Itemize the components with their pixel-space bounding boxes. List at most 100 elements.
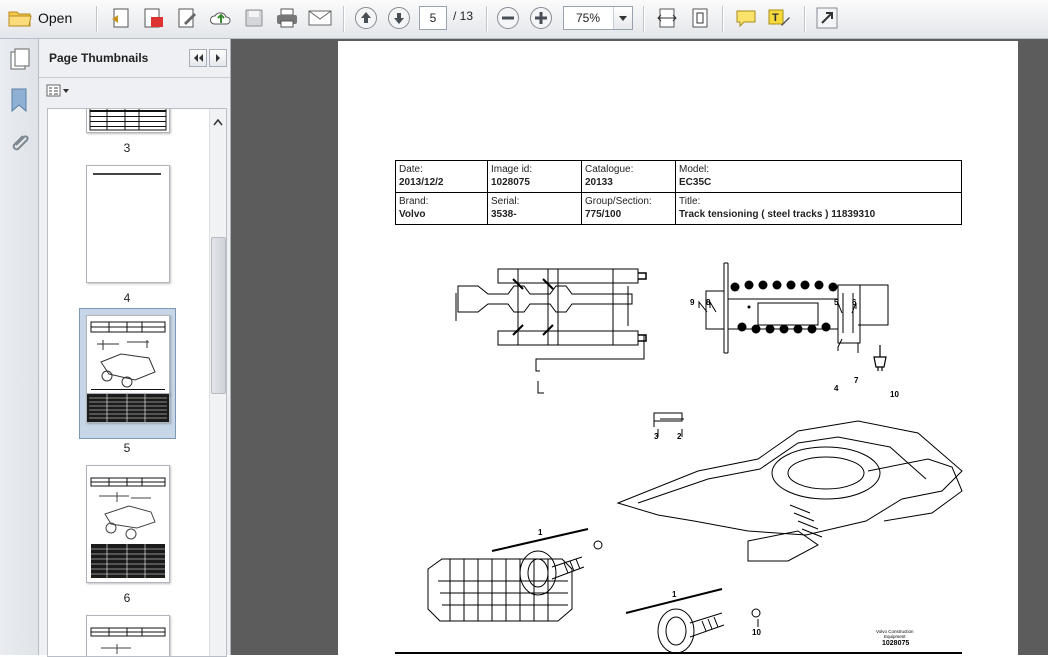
catalogue-value: 20133: [585, 177, 613, 188]
spring-coils: [730, 280, 838, 334]
highlight-button[interactable]: T: [765, 6, 793, 30]
pages-panel-button[interactable]: [6, 48, 32, 75]
zoom-select[interactable]: 75%: [563, 6, 633, 30]
options-menu-icon: [46, 84, 72, 102]
page-number-input[interactable]: 5: [419, 6, 447, 30]
undercarriage-drawing: [427, 420, 963, 654]
callout-5: 5: [834, 298, 839, 307]
fit-page-icon: [689, 7, 711, 29]
highlight-text-icon: T: [767, 7, 791, 29]
date-value: 2013/12/2: [399, 177, 444, 188]
edit-document-icon: [176, 7, 198, 29]
chevron-down-icon[interactable]: [613, 7, 632, 29]
stamp-image-id: 1028075: [882, 640, 909, 647]
callout-3: 3: [654, 432, 659, 441]
next-page-button[interactable]: [386, 6, 412, 30]
chevron-right-icon: [210, 54, 226, 69]
fit-width-button[interactable]: [654, 6, 680, 30]
parts-diagram: 9 8 5 6 4 7 10 3 2 1 1 10 Volvo Construc…: [427, 262, 963, 654]
callout-1: 1: [538, 528, 543, 537]
email-button[interactable]: [306, 6, 334, 30]
callout-2: 2: [677, 432, 682, 441]
folder-icon: [8, 8, 32, 28]
double-chevron-left-icon: [190, 54, 206, 69]
create-pdf-button[interactable]: [108, 6, 134, 30]
zoom-value: 75%: [576, 11, 601, 25]
parts-header-table: Date: 2013/12/2 Image id: 1028075 Catalogu…: [395, 160, 962, 225]
thumbnail-page-3[interactable]: [86, 109, 170, 133]
page-divider: [395, 652, 962, 654]
thumbnail-options-button[interactable]: [46, 83, 70, 101]
catalogue-label: Catalogue:: [585, 164, 634, 175]
upload-button[interactable]: [207, 6, 235, 30]
panel-header: Page Thumbnails: [39, 39, 230, 78]
thumbnail-page-6[interactable]: [86, 465, 170, 583]
title-value: Track tensioning ( steel tracks ) 118393…: [679, 209, 876, 220]
serial-label: Serial:: [491, 196, 520, 207]
arrow-down-icon: [387, 6, 411, 30]
edit-document-button[interactable]: [174, 6, 200, 30]
minus-icon: [496, 6, 520, 30]
expand-icon: [815, 6, 839, 30]
thumbnail-page-7[interactable]: [86, 615, 170, 656]
thumbnail-page-4[interactable]: [86, 165, 170, 283]
callout-8: 8: [706, 298, 711, 307]
page-total: / 13: [453, 9, 474, 23]
callout-7: 7: [854, 376, 859, 385]
spring-cylinder-drawing: [705, 262, 889, 354]
thumbnail-page-5-table: [86, 393, 170, 423]
brand-value: Volvo: [399, 209, 426, 220]
plus-icon: [529, 6, 553, 30]
print-button[interactable]: [273, 6, 301, 30]
group-label: Group/Section:: [585, 196, 652, 207]
thumbnail-label: 5: [123, 441, 131, 455]
thumbnail-page-5[interactable]: [86, 315, 170, 395]
previous-page-button[interactable]: [353, 6, 379, 30]
thumbnail-scrollbar[interactable]: [209, 109, 226, 656]
callout-10: 10: [890, 390, 899, 399]
navigation-icon-strip: [0, 39, 39, 655]
cloud-upload-icon: [209, 7, 233, 29]
scrollbar-thumb[interactable]: [211, 237, 226, 394]
comment-button[interactable]: [733, 6, 759, 30]
pdf-export-button[interactable]: [140, 6, 166, 30]
save-button[interactable]: [241, 6, 267, 30]
bookmarks-panel-button[interactable]: [9, 87, 29, 116]
toolbar: Open 5 / 13 75% T: [0, 0, 1048, 39]
full-screen-button[interactable]: [813, 6, 841, 30]
open-button[interactable]: Open: [8, 6, 72, 30]
callout-9: 9: [690, 298, 695, 307]
image-id-label: Image id:: [491, 164, 533, 175]
zoom-in-button[interactable]: [528, 6, 554, 30]
next-panel-button[interactable]: [209, 49, 227, 67]
idler-section-drawing: [455, 268, 647, 346]
fit-page-button[interactable]: [687, 6, 713, 30]
pages-icon: [6, 48, 32, 75]
document-view[interactable]: Date: 2013/12/2 Image id: 1028075 Catalogu…: [231, 39, 1048, 655]
model-label: Model:: [679, 164, 710, 175]
brand-label: Brand:: [399, 196, 429, 207]
model-value: EC35C: [679, 177, 712, 188]
fit-width-icon: [656, 7, 678, 29]
arrow-up-icon: [354, 6, 378, 30]
thumbnail-label: 3: [123, 141, 131, 155]
paperclip-icon: [8, 135, 30, 158]
bookmark-icon: [9, 88, 29, 116]
attachments-panel-button[interactable]: [8, 131, 30, 158]
create-pdf-icon: [110, 7, 132, 29]
thumbnail-label: 4: [123, 291, 131, 305]
thumbnail-list[interactable]: 3 4 5 6: [47, 108, 227, 657]
image-id-value: 1028075: [491, 177, 530, 188]
callout-10-lower: 10: [752, 628, 761, 637]
thumbnail-label: 6: [123, 591, 131, 605]
envelope-icon: [308, 9, 332, 27]
callout-6: 6: [852, 298, 857, 307]
printer-icon: [275, 7, 299, 29]
title-label: Title:: [679, 196, 701, 207]
thumbnails-panel: Page Thumbnails 3 4 5 6: [39, 39, 231, 657]
collapse-panel-button[interactable]: [189, 49, 207, 67]
zoom-out-button[interactable]: [495, 6, 521, 30]
chevron-up-icon[interactable]: [213, 115, 223, 129]
group-value: 775/100: [585, 209, 622, 220]
panel-title: Page Thumbnails: [49, 51, 149, 65]
